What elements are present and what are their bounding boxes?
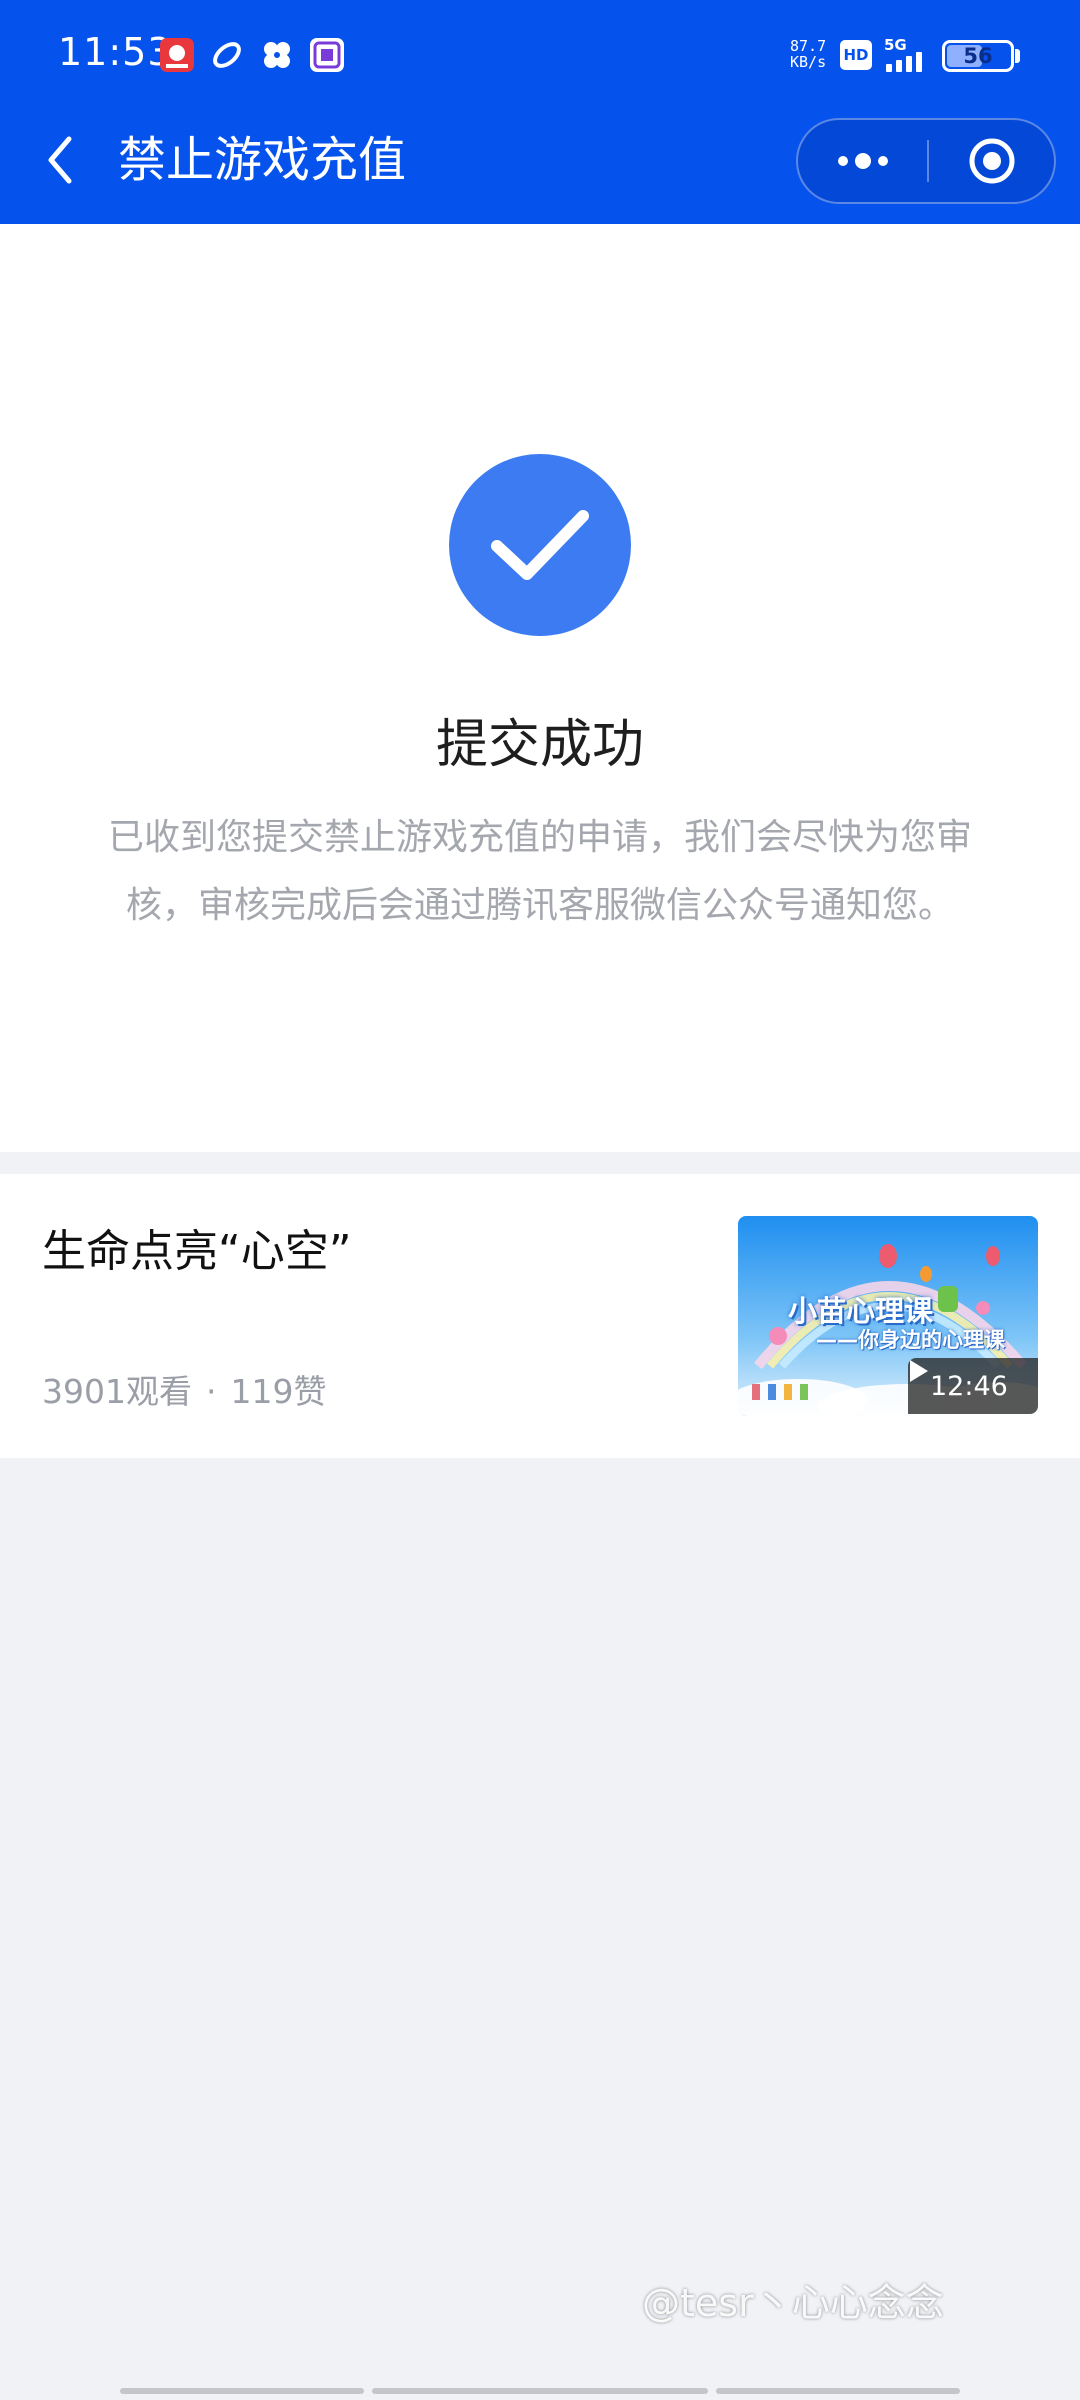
signal-icon: 5G: [884, 36, 936, 74]
net-speed-value: 87.7: [790, 37, 827, 55]
swirl-icon: [210, 38, 244, 72]
hd-badge: HD: [840, 40, 872, 70]
net-speed-unit: KB/s: [790, 53, 827, 71]
thumbnail-subtitle: ——你身边的心理课: [816, 1328, 1005, 1352]
video-card[interactable]: 生命点亮“心空” 3901观看 · 119赞 小苗心理课 ——你身边的心理课 1…: [0, 1174, 1080, 1458]
home-indicator-segment: [716, 2388, 960, 2394]
watermark: @tesr丶心心念念: [642, 2281, 944, 2325]
video-duration: 12:46: [930, 1370, 1008, 1402]
status-bar: 11:53 87.7 KB/s HD 5G 56: [0, 0, 1080, 110]
video-duration-badge: 12:46: [908, 1358, 1038, 1414]
notification-icons: [160, 38, 344, 72]
more-dots-icon: [837, 153, 888, 169]
fan-icon: [260, 38, 294, 72]
back-button[interactable]: [38, 130, 82, 190]
chevron-left-icon: [48, 136, 72, 184]
network-type: 5G: [884, 36, 907, 54]
success-description: 已收到您提交禁止游戏充值的申请，我们会尽快为您审核，审核完成后会通过腾讯客服微信…: [108, 817, 973, 926]
video-views: 3901观看: [42, 1372, 192, 1411]
video-meta: 3901观看 · 119赞: [42, 1370, 326, 1414]
success-title: 提交成功: [435, 715, 644, 775]
close-mini-program-button[interactable]: [929, 120, 1054, 202]
success-check-icon: [449, 454, 631, 636]
header: 11:53 87.7 KB/s HD 5G 56 禁止游戏充值: [0, 0, 1080, 224]
page: 11:53 87.7 KB/s HD 5G 56 禁止游戏充值 提交成功 已收到…: [0, 0, 1080, 2400]
network-speed: 87.7 KB/s: [790, 38, 826, 70]
video-title[interactable]: 生命点亮“心空”: [42, 1224, 352, 1280]
play-icon: [910, 1360, 928, 1382]
more-button[interactable]: [798, 120, 927, 202]
meta-separator: ·: [205, 1372, 217, 1411]
battery-level: 56: [963, 44, 993, 68]
sticker-icon: [310, 38, 344, 72]
status-time: 11:53: [58, 30, 173, 74]
home-indicator-segment: [120, 2388, 364, 2394]
target-close-icon: [969, 138, 1014, 184]
battery-nub: [1015, 49, 1020, 63]
mini-program-capsule: [796, 118, 1056, 204]
page-title: 禁止游戏充值: [118, 132, 407, 188]
video-likes: 119赞: [230, 1372, 327, 1411]
nav-bar: 禁止游戏充值: [0, 110, 1080, 224]
battery-icon: 56: [942, 40, 1014, 72]
video-thumbnail[interactable]: 小苗心理课 ——你身边的心理课 12:46: [738, 1216, 1038, 1416]
home-indicator-segment: [372, 2388, 708, 2394]
success-card: 提交成功 已收到您提交禁止游戏充值的申请，我们会尽快为您审核，审核完成后会通过腾…: [0, 224, 1080, 1152]
app-notification-icon: [160, 38, 194, 72]
